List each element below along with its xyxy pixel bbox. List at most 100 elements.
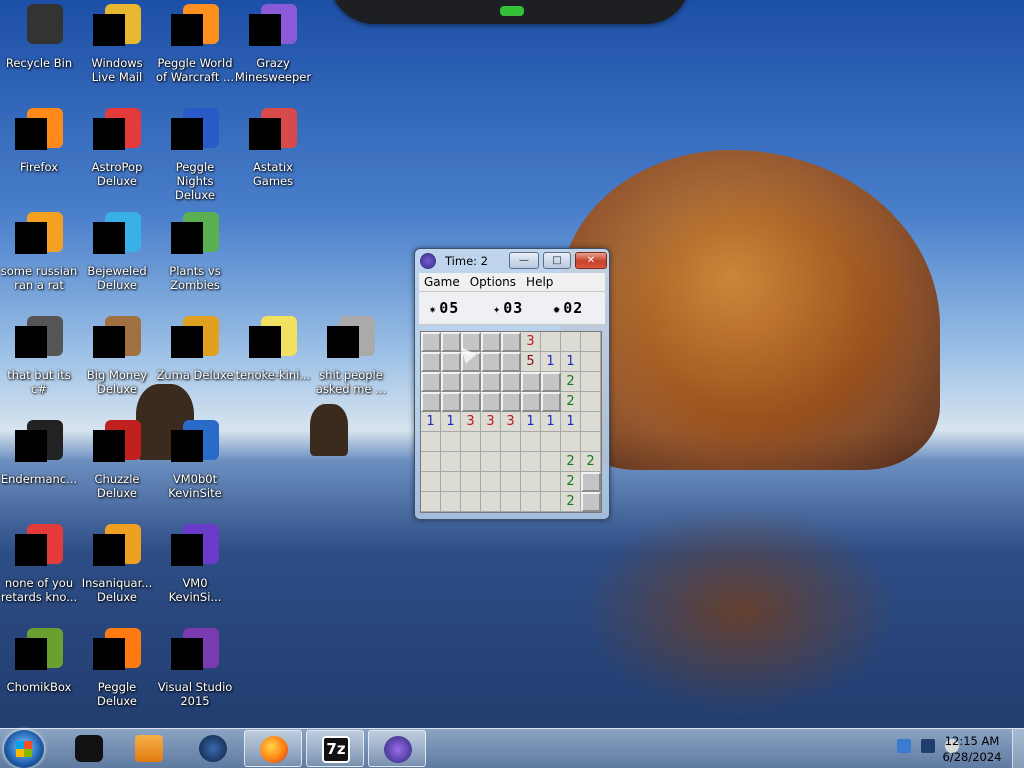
- mine-cell[interactable]: [441, 392, 461, 412]
- desktop-icon[interactable]: some russian ran a rat: [0, 208, 78, 308]
- mine-cell[interactable]: [481, 492, 501, 512]
- mine-cell[interactable]: 1: [561, 412, 581, 432]
- mine-cell[interactable]: 1: [441, 412, 461, 432]
- desktop-icon[interactable]: Grazy Minesweeper: [234, 0, 312, 100]
- taskbar-network[interactable]: [184, 730, 242, 767]
- minesweeper-window[interactable]: Time: 2 — □ ✕ Game Options Help ✷ 05 ✦ 03 ✹ 0…: [414, 248, 610, 520]
- mine-cell[interactable]: [521, 392, 541, 412]
- mine-cell[interactable]: [581, 352, 601, 372]
- start-button[interactable]: [4, 730, 44, 768]
- desktop-icon[interactable]: VM0 KevinSi...: [156, 520, 234, 620]
- taskbar-explorer[interactable]: [60, 730, 118, 767]
- taskbar-firefox[interactable]: [244, 730, 302, 767]
- mine-cell[interactable]: [581, 392, 601, 412]
- mine-cell[interactable]: [481, 392, 501, 412]
- mine-cell[interactable]: [541, 432, 561, 452]
- desktop-icon[interactable]: shit people asked me ...: [312, 312, 390, 412]
- mine-cell[interactable]: [541, 472, 561, 492]
- desktop-icon[interactable]: Firefox: [0, 104, 78, 204]
- mine-cell[interactable]: [441, 432, 461, 452]
- desktop-icon[interactable]: ChomikBox: [0, 624, 78, 724]
- desktop-icon[interactable]: Windows Live Mail: [78, 0, 156, 100]
- desktop-icon[interactable]: that but its c#: [0, 312, 78, 412]
- mine-cell[interactable]: [501, 452, 521, 472]
- mine-cell[interactable]: [501, 472, 521, 492]
- mine-cell[interactable]: [501, 492, 521, 512]
- mine-cell[interactable]: [461, 432, 481, 452]
- mine-cell[interactable]: [481, 332, 501, 352]
- mine-cell[interactable]: [581, 492, 601, 512]
- desktop-icon[interactable]: Endermanc...: [0, 416, 78, 516]
- mine-cell[interactable]: [581, 372, 601, 392]
- tray-app-icon[interactable]: [897, 739, 911, 753]
- mine-cell[interactable]: [501, 352, 521, 372]
- mine-cell[interactable]: [521, 372, 541, 392]
- mine-cell[interactable]: 1: [521, 412, 541, 432]
- desktop-icon[interactable]: Peggle Deluxe: [78, 624, 156, 724]
- mine-cell[interactable]: 3: [481, 412, 501, 432]
- desktop-icon[interactable]: Recycle Bin: [0, 0, 78, 100]
- mine-cell[interactable]: [461, 492, 481, 512]
- desktop-icon[interactable]: Chuzzle Deluxe: [78, 416, 156, 516]
- mine-cell[interactable]: [461, 452, 481, 472]
- menu-help[interactable]: Help: [521, 273, 558, 291]
- menu-options[interactable]: Options: [465, 273, 521, 291]
- mine-cell[interactable]: [521, 492, 541, 512]
- mine-cell[interactable]: [421, 432, 441, 452]
- mine-cell[interactable]: [441, 492, 461, 512]
- desktop-icon[interactable]: Visual Studio 2015: [156, 624, 234, 724]
- mine-cell[interactable]: [461, 392, 481, 412]
- mine-cell[interactable]: [501, 372, 521, 392]
- minimize-button[interactable]: —: [509, 252, 539, 269]
- monitor-icon[interactable]: [921, 739, 935, 753]
- mine-cell[interactable]: 1: [541, 352, 561, 372]
- mine-cell[interactable]: [481, 472, 501, 492]
- mine-cell[interactable]: [421, 452, 441, 472]
- mine-cell[interactable]: 5: [521, 352, 541, 372]
- desktop-icon[interactable]: Bejeweled Deluxe: [78, 208, 156, 308]
- mine-cell[interactable]: [541, 372, 561, 392]
- mine-cell[interactable]: 2: [581, 452, 601, 472]
- mine-cell[interactable]: [441, 452, 461, 472]
- mine-cell[interactable]: 3: [501, 412, 521, 432]
- mine-cell[interactable]: [421, 332, 441, 352]
- mine-cell[interactable]: [581, 432, 601, 452]
- mine-cell[interactable]: 3: [521, 332, 541, 352]
- mine-cell[interactable]: [561, 332, 581, 352]
- desktop-icon[interactable]: VM0b0t KevinSite: [156, 416, 234, 516]
- mine-cell[interactable]: [481, 452, 501, 472]
- mine-cell[interactable]: [501, 432, 521, 452]
- mine-cell[interactable]: 1: [561, 352, 581, 372]
- mine-cell[interactable]: [521, 472, 541, 492]
- desktop-icon[interactable]: Peggle Nights Deluxe: [156, 104, 234, 204]
- mine-cell[interactable]: [501, 332, 521, 352]
- mine-cell[interactable]: [421, 492, 441, 512]
- menu-game[interactable]: Game: [419, 273, 465, 291]
- mine-cell[interactable]: [441, 472, 461, 492]
- mine-cell[interactable]: [541, 332, 561, 352]
- title-bar[interactable]: Time: 2 — □ ✕: [415, 249, 609, 273]
- mine-cell[interactable]: [421, 372, 441, 392]
- desktop-icon[interactable]: Zuma Deluxe: [156, 312, 234, 412]
- mine-cell[interactable]: [421, 472, 441, 492]
- desktop-icon[interactable]: none of you retards kno...: [0, 520, 78, 620]
- mine-cell[interactable]: [541, 452, 561, 472]
- mine-cell[interactable]: 2: [561, 372, 581, 392]
- desktop-icon[interactable]: Peggle World of Warcraft ...: [156, 0, 234, 100]
- mine-cell[interactable]: [521, 452, 541, 472]
- mine-cell[interactable]: 3: [461, 412, 481, 432]
- close-button[interactable]: ✕: [575, 252, 607, 269]
- mine-cell[interactable]: [481, 372, 501, 392]
- taskbar-media-player[interactable]: [120, 730, 178, 767]
- mine-cell[interactable]: [461, 472, 481, 492]
- mine-cell[interactable]: [481, 432, 501, 452]
- mine-cell[interactable]: 1: [541, 412, 561, 432]
- mine-cell[interactable]: 2: [561, 452, 581, 472]
- mine-cell[interactable]: [581, 472, 601, 492]
- maximize-button[interactable]: □: [543, 252, 571, 269]
- desktop-icon[interactable]: Insaniquar... Deluxe: [78, 520, 156, 620]
- mine-cell[interactable]: [501, 392, 521, 412]
- mine-cell[interactable]: [521, 432, 541, 452]
- mine-cell[interactable]: 2: [561, 392, 581, 412]
- mine-cell[interactable]: 1: [421, 412, 441, 432]
